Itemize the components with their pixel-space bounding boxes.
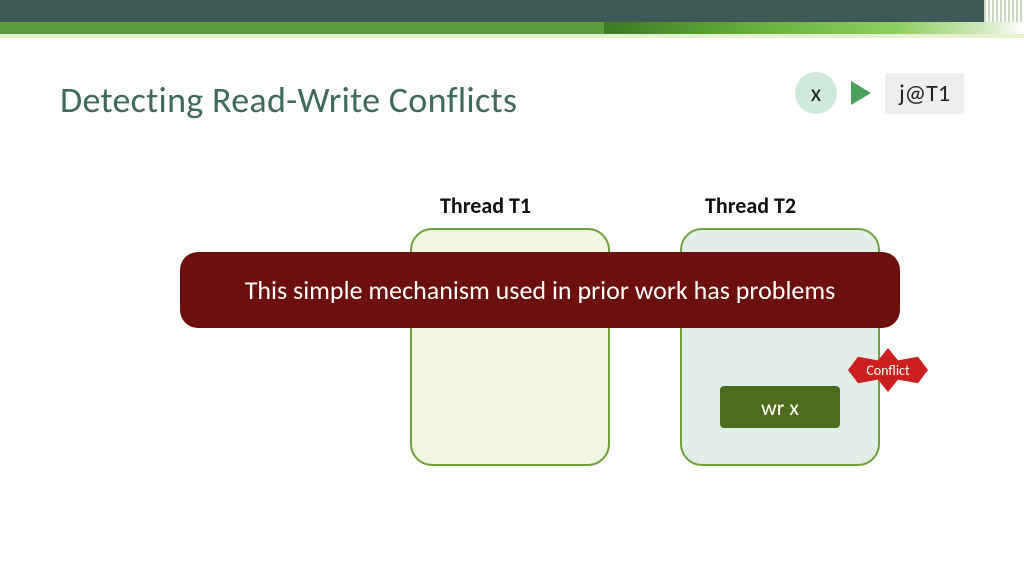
legend-label: j@T1 [885, 73, 964, 114]
column-header-t2: Thread T2 [705, 192, 796, 219]
top-bar-dark [0, 0, 1024, 22]
callout-banner: This simple mechanism used in prior work… [180, 252, 900, 328]
variable-badge: x [795, 72, 837, 114]
page-title: Detecting Read-Write Conflicts [60, 78, 517, 122]
conflict-badge: Conflict [838, 348, 938, 392]
top-bar-stripes [984, 0, 1024, 22]
play-icon [851, 81, 871, 105]
top-bar-gradient [604, 22, 1024, 34]
write-action: wr x [720, 386, 840, 428]
conflict-label: Conflict [838, 348, 938, 392]
legend: x j@T1 [795, 72, 964, 114]
column-header-t1: Thread T1 [440, 192, 531, 219]
slide: Detecting Read-Write Conflicts x j@T1 Th… [0, 0, 1024, 576]
top-bar-thin [0, 34, 1024, 38]
